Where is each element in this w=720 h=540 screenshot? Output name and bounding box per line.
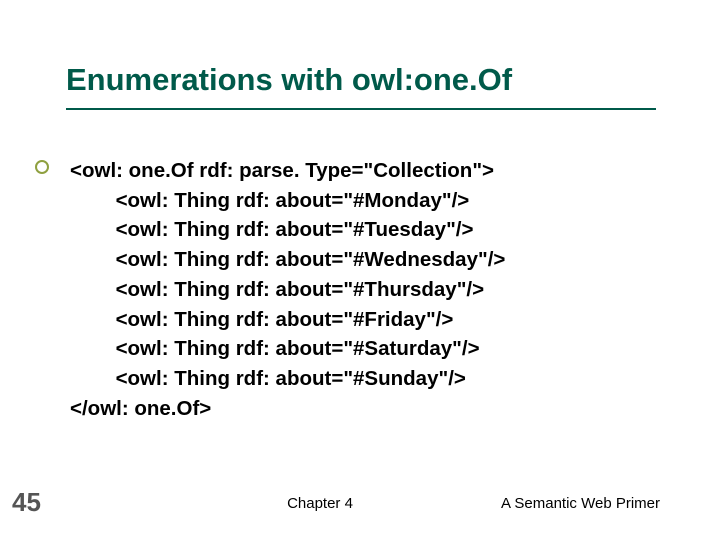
slide: Enumerations with owl:one.Of <owl: one.O… <box>0 0 720 540</box>
code-block: <owl: one.Of rdf: parse. Type="Collectio… <box>70 156 505 423</box>
title-underline <box>66 108 656 110</box>
bullet-icon <box>35 160 49 174</box>
slide-title: Enumerations with owl:one.Of <box>66 62 512 98</box>
footer-center-text: Chapter 4 <box>287 495 353 512</box>
footer-right: A Semantic Web Primer <box>501 495 660 512</box>
